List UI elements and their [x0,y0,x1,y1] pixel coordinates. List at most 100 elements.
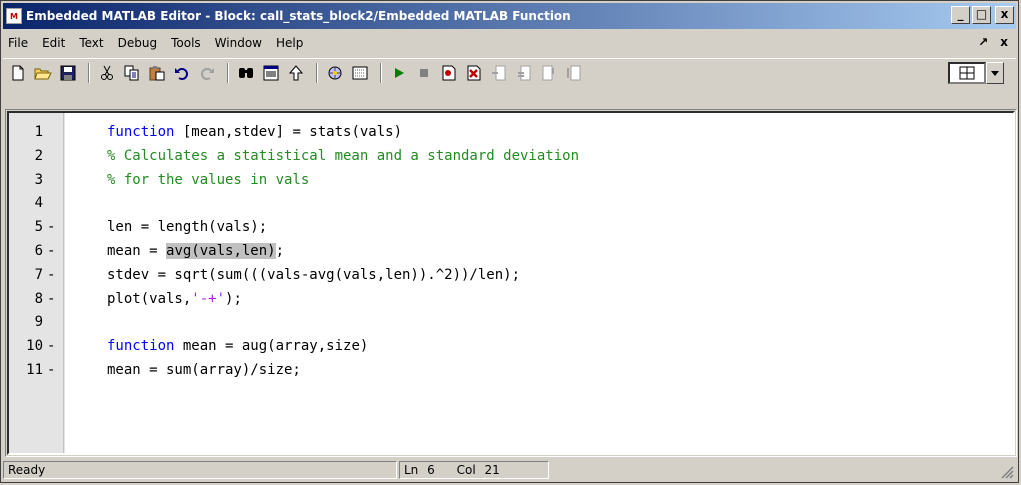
resize-grip-icon[interactable] [1000,465,1014,479]
model-icon[interactable] [349,62,371,84]
executable-line-marker[interactable]: - [47,216,59,240]
code-text[interactable]: % for the values in vals [107,169,309,193]
line-number: 3 [34,171,43,188]
code-line[interactable]: 2 % Calculates a statistical mean and a s… [9,145,1013,169]
code-line[interactable]: 6- mean = avg(vals,len); [9,240,1013,264]
code-editor[interactable]: 1 function [mean,stdev] = stats(vals) 2 % C… [7,111,1015,455]
code-text[interactable]: plot(vals,'-+'); [107,288,242,312]
comment-token: % for the values in vals [107,171,310,188]
document-controls: ↗ x [978,35,1008,49]
step-in-icon[interactable] [488,62,510,84]
keyword-token: function [107,124,175,140]
line-number: 8 [34,290,43,307]
undock-icon[interactable]: ↗ [978,35,988,49]
matlab-icon: M [6,8,22,24]
undo-icon[interactable] [171,62,193,84]
code-text[interactable]: len = length(vals); [107,216,267,240]
comment-token: % Calculates a statistical mean and a st… [107,147,580,164]
build-icon[interactable] [324,62,346,84]
line-number: 2 [34,147,43,164]
code-text[interactable]: stdev = sqrt(sum(((vals-avg(vals,len)).^… [107,264,520,288]
exit-debug-icon[interactable] [563,62,585,84]
stop-icon[interactable] [413,62,435,84]
minimize-button[interactable]: _ [951,6,970,24]
maximize-button[interactable]: □ [972,6,991,24]
executable-line-marker[interactable]: - [47,288,59,312]
status-message: Ready [3,461,397,479]
code-line[interactable]: 1 function [mean,stdev] = stats(vals) [9,121,1013,145]
code-token: ; [275,242,285,259]
menu-window[interactable]: Window [208,36,269,50]
executable-line-marker[interactable]: - [47,264,59,288]
line-number: 4 [34,195,43,212]
executable-line-marker[interactable]: - [47,335,59,359]
code-line[interactable]: 7- stdev = sqrt(sum(((vals-avg(vals,len))… [9,264,1013,288]
step-icon[interactable] [538,62,560,84]
menu-tools[interactable]: Tools [164,36,208,50]
line-label: Ln [404,463,419,477]
layout-combo[interactable] [948,62,1006,84]
minimize-icon: _ [957,7,964,21]
title-bar[interactable]: M Embedded MATLAB Editor - Block: call_s… [3,3,1016,29]
window-title: Embedded MATLAB Editor - Block: call_sta… [26,9,571,23]
code-text[interactable]: mean = sum(array)/size; [107,359,301,383]
open-folder-icon[interactable] [32,62,54,84]
line-value: 6 [427,463,435,477]
code-text[interactable]: % Calculates a statistical mean and a st… [107,145,579,169]
up-icon[interactable] [285,62,307,84]
set-breakpoint-icon[interactable] [438,62,460,84]
redo-icon[interactable] [196,62,218,84]
executable-line-marker[interactable]: - [47,359,59,383]
code-line[interactable]: 4 [9,192,1013,216]
find-icon[interactable] [235,62,257,84]
save-icon[interactable] [57,62,79,84]
menu-file[interactable]: File [3,36,35,50]
code-line[interactable]: 11- mean = sum(array)/size; [9,359,1013,383]
code-token: len = length(vals); [107,219,268,236]
goto-icon[interactable] [260,62,282,84]
step-out-icon[interactable] [513,62,535,84]
code-line[interactable]: 3 % for the values in vals [9,169,1013,193]
window-controls: _ □ x [951,6,1014,24]
code-area[interactable]: 1 function [mean,stdev] = stats(vals) 2 % C… [9,121,1013,383]
toolbar-separator [88,63,90,83]
cut-icon[interactable] [96,62,118,84]
line-number: 5 [34,219,43,236]
run-icon[interactable] [388,62,410,84]
code-line[interactable]: 9 [9,311,1013,335]
highlighted-token: avg(vals,len) [166,242,276,259]
line-number: 10 [26,338,43,355]
menu-help[interactable]: Help [269,36,310,50]
line-number: 1 [34,124,43,140]
code-text[interactable]: function [mean,stdev] = stats(vals) [107,121,402,145]
status-bar: Ready Ln 6 Col 21 [3,459,1016,481]
line-number: 7 [34,266,43,283]
menu-text[interactable]: Text [72,36,110,50]
code-line[interactable]: 8- plot(vals,'-+'); [9,288,1013,312]
code-token: mean = [107,242,167,259]
toolbar-separator [380,63,382,83]
editor-window: M Embedded MATLAB Editor - Block: call_s… [0,0,1019,483]
code-text[interactable]: function mean = aug(array,size) [107,335,368,359]
code-token: stdev = sqrt(sum(((vals-avg(vals,len)).^… [107,266,521,283]
string-token: '-+' [191,290,226,307]
menu-debug[interactable]: Debug [111,36,164,50]
clear-breakpoints-icon[interactable] [463,62,485,84]
paste-icon[interactable] [146,62,168,84]
code-token: mean = aug(array,size) [174,338,369,355]
code-token: [mean,stdev] = stats(vals) [174,124,403,140]
layout-icon [948,62,986,84]
copy-icon[interactable] [121,62,143,84]
menu-bar: File Edit Text Debug Tools Window Help ↗… [3,32,1016,54]
code-line[interactable]: 10- function mean = aug(array,size) [9,335,1013,359]
code-line[interactable]: 5- len = length(vals); [9,216,1013,240]
column-value: 21 [484,463,500,477]
close-document-icon[interactable]: x [1000,35,1008,49]
new-file-icon[interactable] [7,62,29,84]
menu-edit[interactable]: Edit [35,36,72,50]
executable-line-marker[interactable]: - [47,240,59,264]
chevron-down-icon[interactable] [986,62,1004,84]
line-number: 11 [26,361,43,378]
close-button[interactable]: x [995,6,1014,24]
code-text[interactable]: mean = avg(vals,len); [107,240,284,264]
